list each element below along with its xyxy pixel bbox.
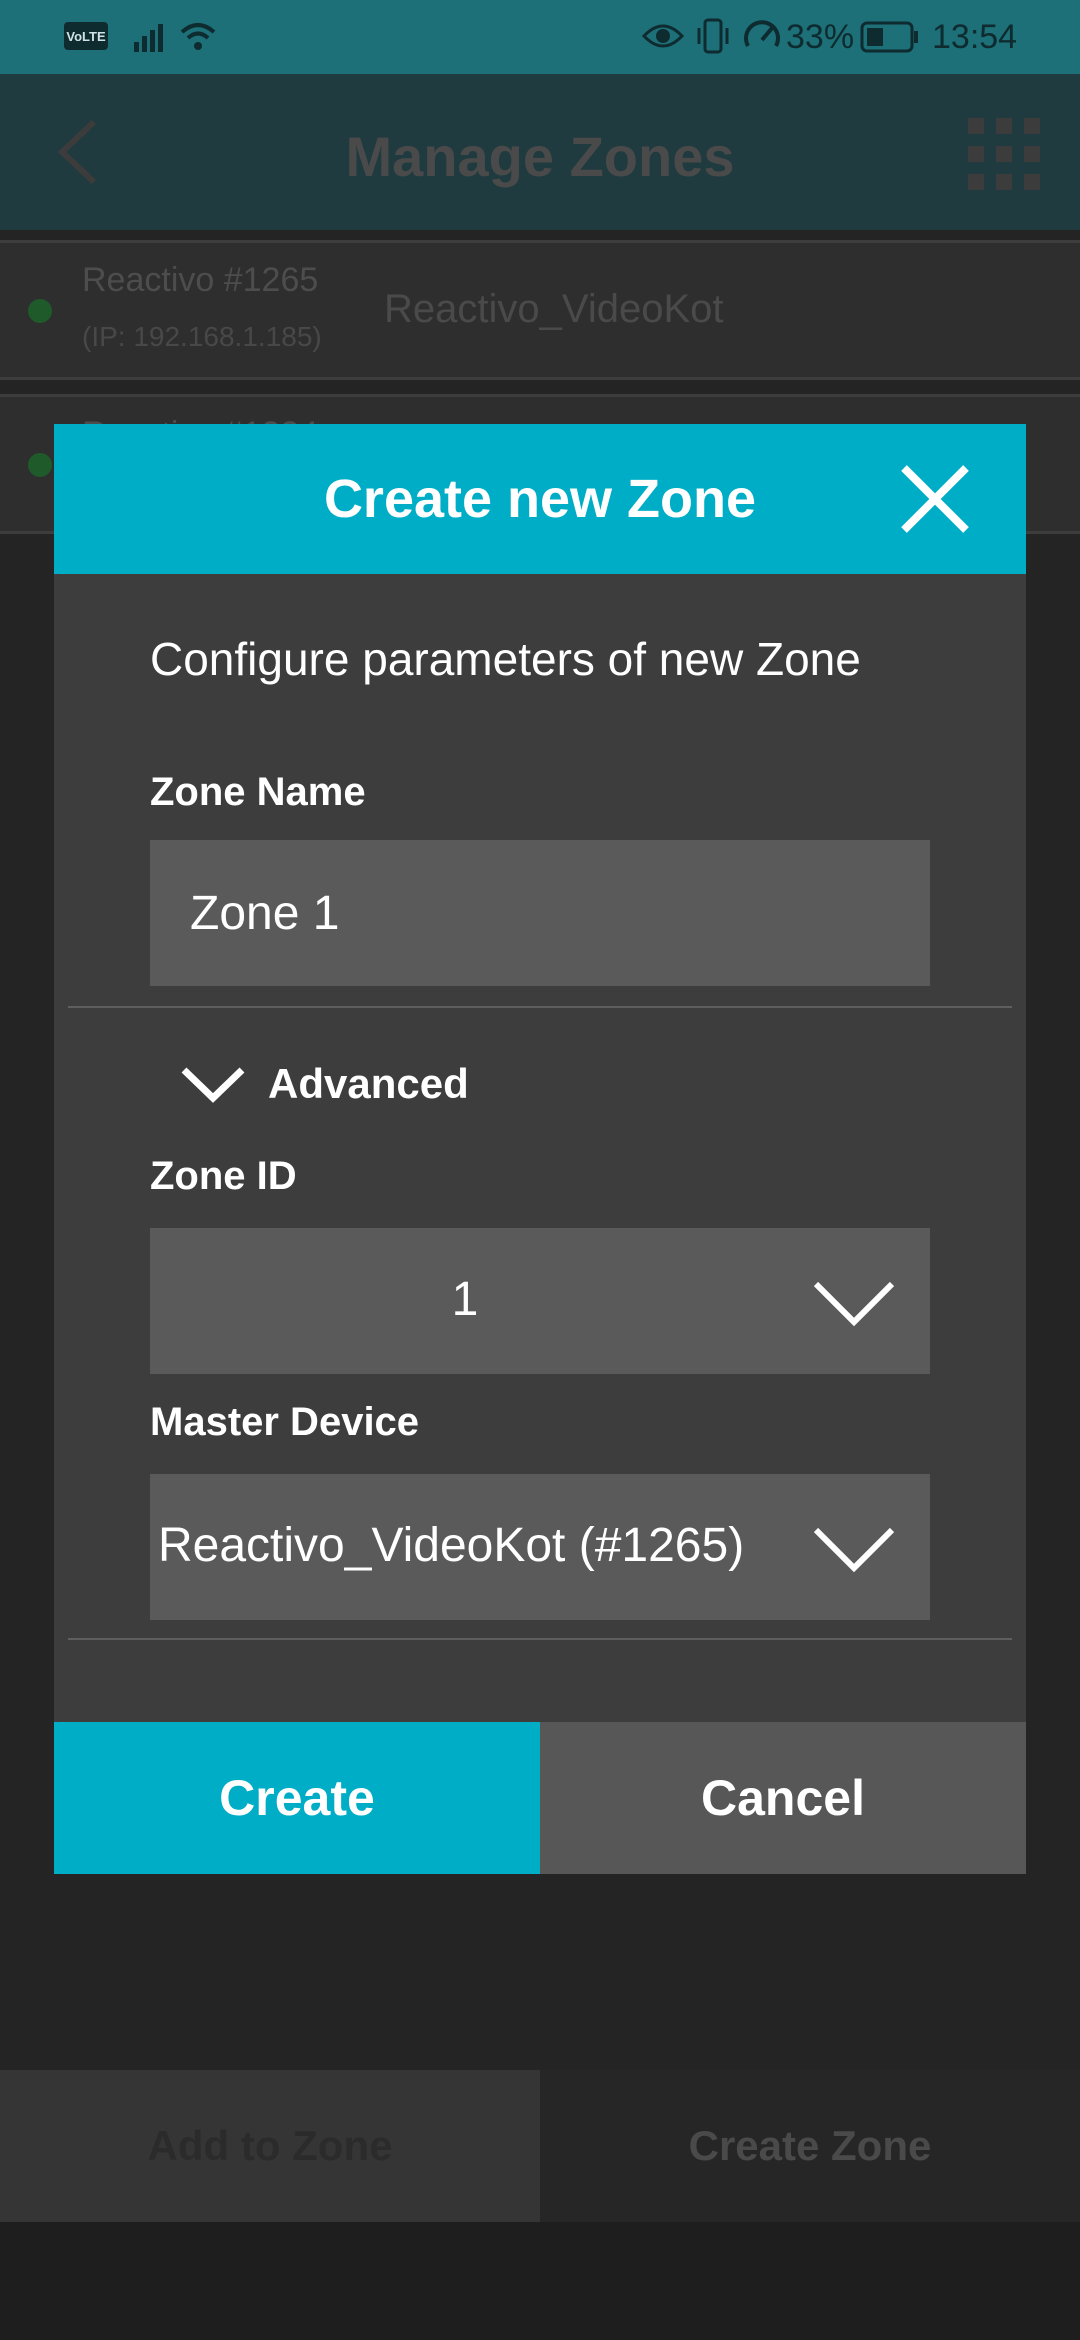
device-id: Reactivo #1265 [82, 261, 319, 299]
online-status-dot [28, 453, 52, 477]
signal-icon [134, 24, 163, 52]
status-bar: VoLTE 33% 13:54 [0, 0, 1080, 74]
create-zone-button[interactable]: Create Zone [540, 2070, 1080, 2222]
master-device-value: Reactivo_VideoKot (#1265) [158, 1519, 745, 1572]
zone-id-label: Zone ID [150, 1154, 297, 1198]
divider [68, 1638, 1012, 1640]
cancel-button[interactable]: Cancel [540, 1722, 1026, 1874]
battery-percent: 33% [786, 18, 855, 56]
zone-id-select[interactable]: 1 [150, 1228, 930, 1374]
master-device-select[interactable]: Reactivo_VideoKot (#1265) [150, 1474, 930, 1620]
battery-icon [860, 21, 918, 53]
add-to-zone-button[interactable]: Add to Zone [0, 2070, 540, 2222]
page-title: Manage Zones [345, 125, 735, 188]
divider [68, 1006, 1012, 1008]
bottom-action-bar: Add to Zone Create Zone [0, 2070, 1080, 2222]
device-name: Reactivo_VideoKot [384, 287, 724, 331]
advanced-toggle[interactable]: Advanced [178, 1054, 469, 1114]
eye-icon [642, 24, 684, 48]
list-item[interactable]: Reactivo #1265 (IP: 192.168.1.185) React… [0, 240, 1080, 380]
volte-icon: VoLTE [64, 22, 108, 50]
chevron-down-icon [813, 1527, 895, 1573]
dialog-subtitle: Configure parameters of new Zone [150, 633, 861, 685]
chevron-down-icon [181, 1067, 245, 1103]
create-zone-dialog: Create new Zone Configure parameters of … [54, 424, 1026, 1874]
vibrate-icon [697, 18, 729, 54]
advanced-label: Advanced [268, 1060, 469, 1107]
app-bar: Manage Zones [0, 74, 1080, 230]
master-device-label: Master Device [150, 1400, 420, 1444]
zone-id-value: 1 [451, 1273, 479, 1326]
chevron-down-icon [813, 1281, 895, 1327]
create-button[interactable]: Create [54, 1722, 540, 1874]
device-ip: (IP: 192.168.1.185) [82, 321, 322, 352]
online-status-dot [28, 299, 52, 323]
zone-name-label: Zone Name [150, 770, 366, 814]
wifi-icon [180, 23, 216, 50]
navigation-strip [0, 2222, 1080, 2340]
dialog-header: Create new Zone [54, 424, 1026, 574]
close-icon[interactable] [898, 462, 972, 536]
zone-name-input[interactable] [150, 840, 930, 986]
dialog-title: Create new Zone [323, 469, 757, 529]
speed-icon [744, 20, 780, 47]
grid-icon[interactable] [966, 116, 1042, 192]
clock: 13:54 [932, 18, 1018, 56]
